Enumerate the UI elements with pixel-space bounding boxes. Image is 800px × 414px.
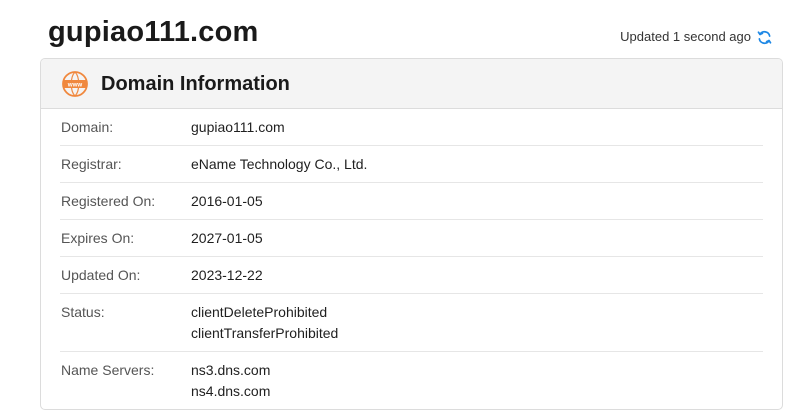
row-name-servers: Name Servers: ns3.dns.com ns4.dns.com [60,352,763,409]
domain-value: gupiao111.com [191,119,285,135]
status-value: clientTransferProhibited [191,325,339,341]
header-bar: gupiao111.com Updated 1 second ago [0,0,800,58]
row-value: 2016-01-05 [191,191,263,219]
row-label: Registered On: [61,193,156,209]
registered-on-value: 2016-01-05 [191,193,263,209]
row-domain: Domain: gupiao111.com [60,109,763,146]
refresh-icon[interactable] [757,30,772,45]
info-rows: Domain: gupiao111.com Registrar: eName T… [41,109,782,409]
row-label: Name Servers: [61,362,155,378]
row-value: ns3.dns.com ns4.dns.com [191,360,271,409]
card-header: www Domain Information [41,59,782,109]
row-registered-on: Registered On: 2016-01-05 [60,183,763,220]
updated-on-value: 2023-12-22 [191,267,263,283]
row-label: Updated On: [61,267,141,283]
row-updated-on: Updated On: 2023-12-22 [60,257,763,294]
row-value: 2027-01-05 [191,228,263,256]
row-value: gupiao111.com [191,117,285,145]
row-value: clientDeleteProhibited clientTransferPro… [191,302,338,351]
row-value: eName Technology Co., Ltd. [191,154,367,182]
status-value: clientDeleteProhibited [191,304,328,320]
registrar-value: eName Technology Co., Ltd. [191,156,368,172]
updated-status: Updated 1 second ago [620,28,772,46]
svg-text:www: www [67,81,83,88]
row-expires-on: Expires On: 2027-01-05 [60,220,763,257]
row-label: Status: [61,304,105,320]
updated-text: Updated 1 second ago [620,29,751,44]
row-value: 2023-12-22 [191,265,263,293]
card-title: Domain Information [101,72,290,95]
expires-on-value: 2027-01-05 [191,230,263,246]
row-label: Registrar: [61,156,122,172]
domain-info-card: www Domain Information Domain: gupiao111… [40,58,783,410]
row-label: Expires On: [61,230,135,246]
row-status: Status: clientDeleteProhibited clientTra… [60,294,763,352]
page-title: gupiao111.com [48,16,259,48]
page: gupiao111.com Updated 1 second ago www D… [0,0,800,414]
name-server-value: ns4.dns.com [191,383,271,399]
www-icon: www [61,70,89,98]
row-label: Domain: [61,119,114,135]
name-server-value: ns3.dns.com [191,362,271,378]
row-registrar: Registrar: eName Technology Co., Ltd. [60,146,763,183]
